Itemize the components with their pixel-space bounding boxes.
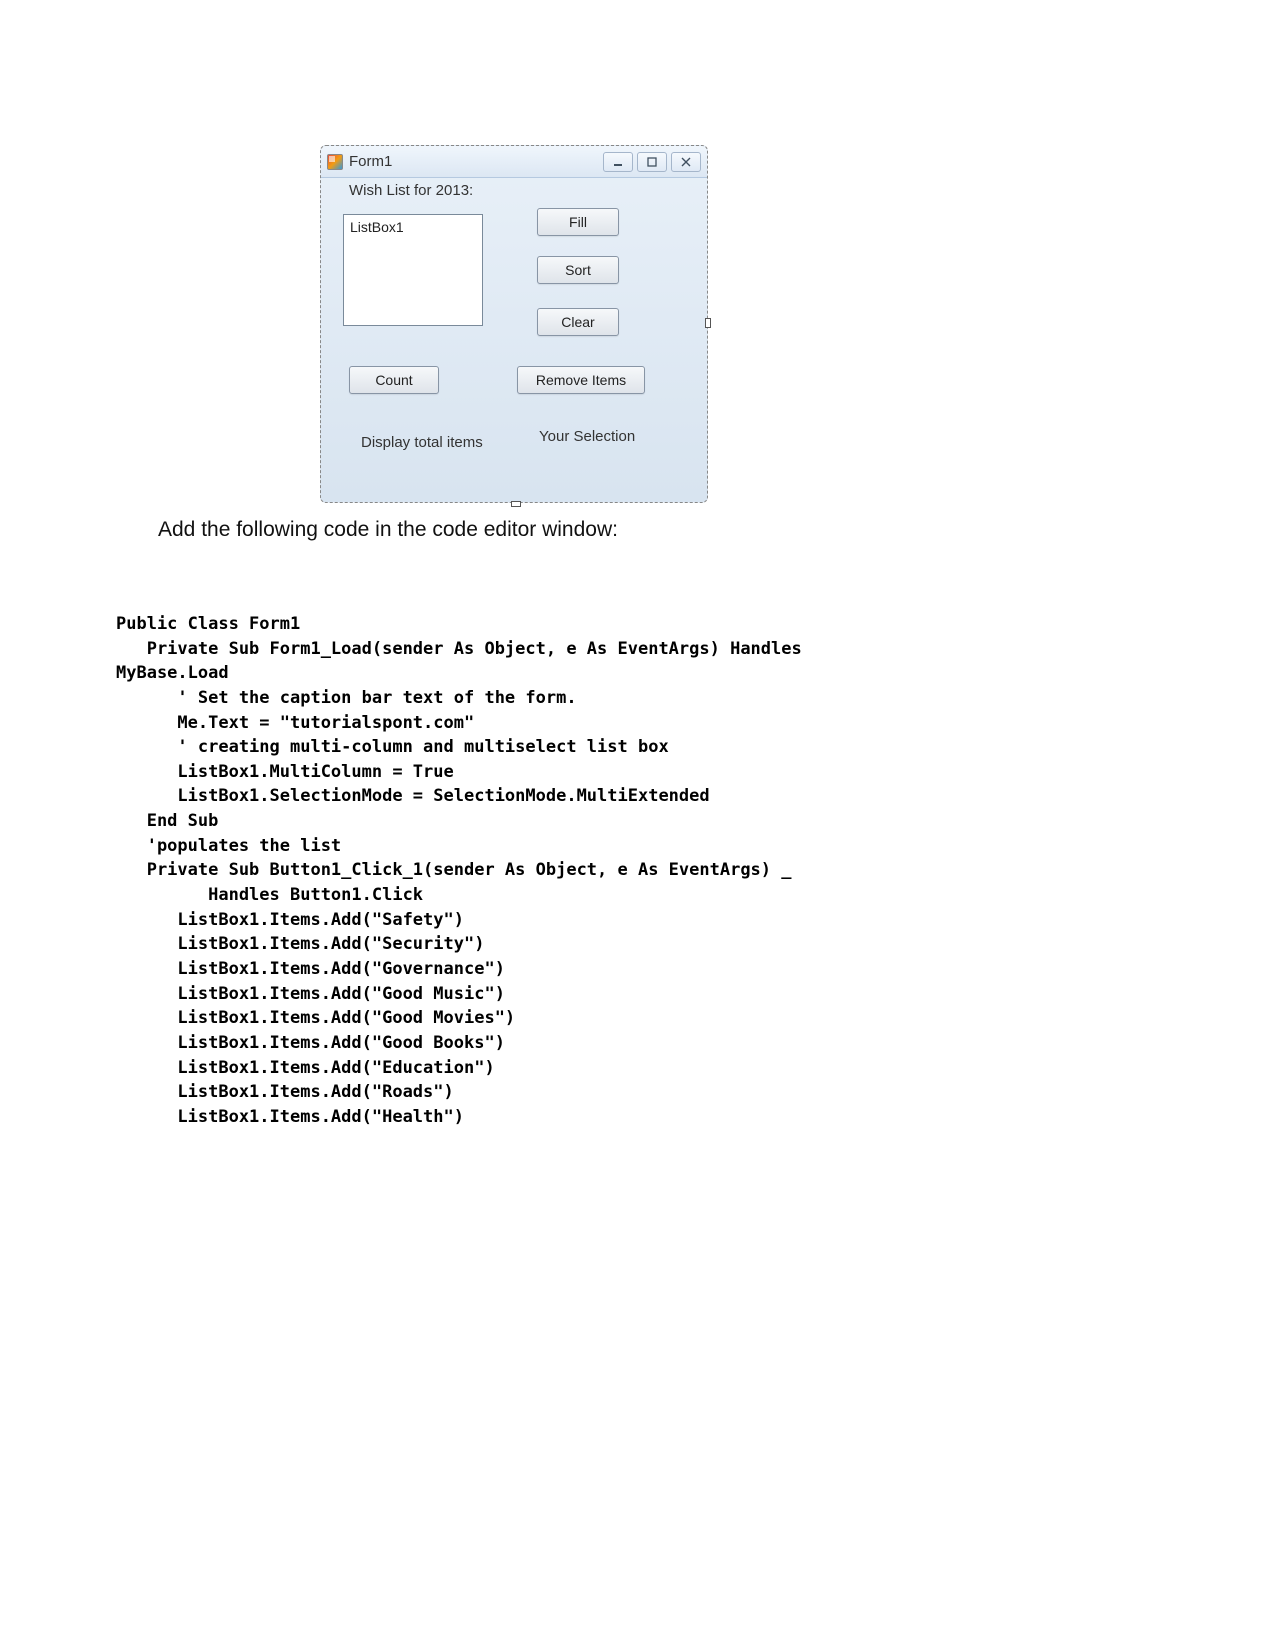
form-icon [327,154,343,170]
code-line: ListBox1.Items.Add("Health") [116,1107,464,1127]
resize-handle-right[interactable] [705,318,711,328]
close-button[interactable] [671,152,701,172]
code-line: 'populates the list [116,836,341,856]
code-line: ListBox1.Items.Add("Good Movies") [116,1008,515,1028]
minimize-icon [613,157,623,167]
count-button[interactable]: Count [349,366,439,394]
display-total-label: Display total items [361,434,483,451]
code-line: ListBox1.Items.Add("Safety") [116,910,464,930]
code-line: ListBox1.MultiColumn = True [116,762,454,782]
listbox1[interactable]: ListBox1 [343,214,483,326]
code-line: Handles Button1.Click [116,885,423,905]
window-controls [603,152,701,172]
code-line: ' creating multi-column and multiselect … [116,737,669,757]
code-line: ListBox1.Items.Add("Good Music") [116,984,505,1004]
code-line: ' Set the caption bar text of the form. [116,688,577,708]
code-line: Me.Text = "tutorialspont.com" [116,713,474,733]
code-line: Private Sub Form1_Load(sender As Object,… [116,639,802,659]
your-selection-label: Your Selection [539,428,635,445]
form1-window: Form1 Wish List for 2013: ListBox1 Fill … [320,145,708,503]
code-line: Public Class Form1 [116,614,300,634]
maximize-button[interactable] [637,152,667,172]
remove-items-button[interactable]: Remove Items [517,366,645,394]
code-line: ListBox1.Items.Add("Security") [116,934,484,954]
minimize-button[interactable] [603,152,633,172]
close-icon [681,157,691,167]
code-line: MyBase.Load [116,663,229,683]
listbox-placeholder: ListBox1 [350,219,404,235]
code-line: ListBox1.SelectionMode = SelectionMode.M… [116,786,710,806]
resize-handle-bottom[interactable] [511,501,521,507]
titlebar: Form1 [321,146,707,178]
clear-button[interactable]: Clear [537,308,619,336]
code-block: Public Class Form1 Private Sub Form1_Loa… [116,612,1116,1129]
form-body: Wish List for 2013: ListBox1 Fill Sort C… [321,178,707,502]
instruction-text: Add the following code in the code edito… [158,518,618,542]
code-line: ListBox1.Items.Add("Education") [116,1058,495,1078]
wish-list-label: Wish List for 2013: [349,182,473,199]
sort-button[interactable]: Sort [537,256,619,284]
code-line: ListBox1.Items.Add("Governance") [116,959,505,979]
window-title: Form1 [349,153,603,170]
maximize-icon [647,157,657,167]
code-line: ListBox1.Items.Add("Good Books") [116,1033,505,1053]
code-line: ListBox1.Items.Add("Roads") [116,1082,454,1102]
fill-button[interactable]: Fill [537,208,619,236]
code-line: Private Sub Button1_Click_1(sender As Ob… [116,860,792,880]
code-line: End Sub [116,811,218,831]
